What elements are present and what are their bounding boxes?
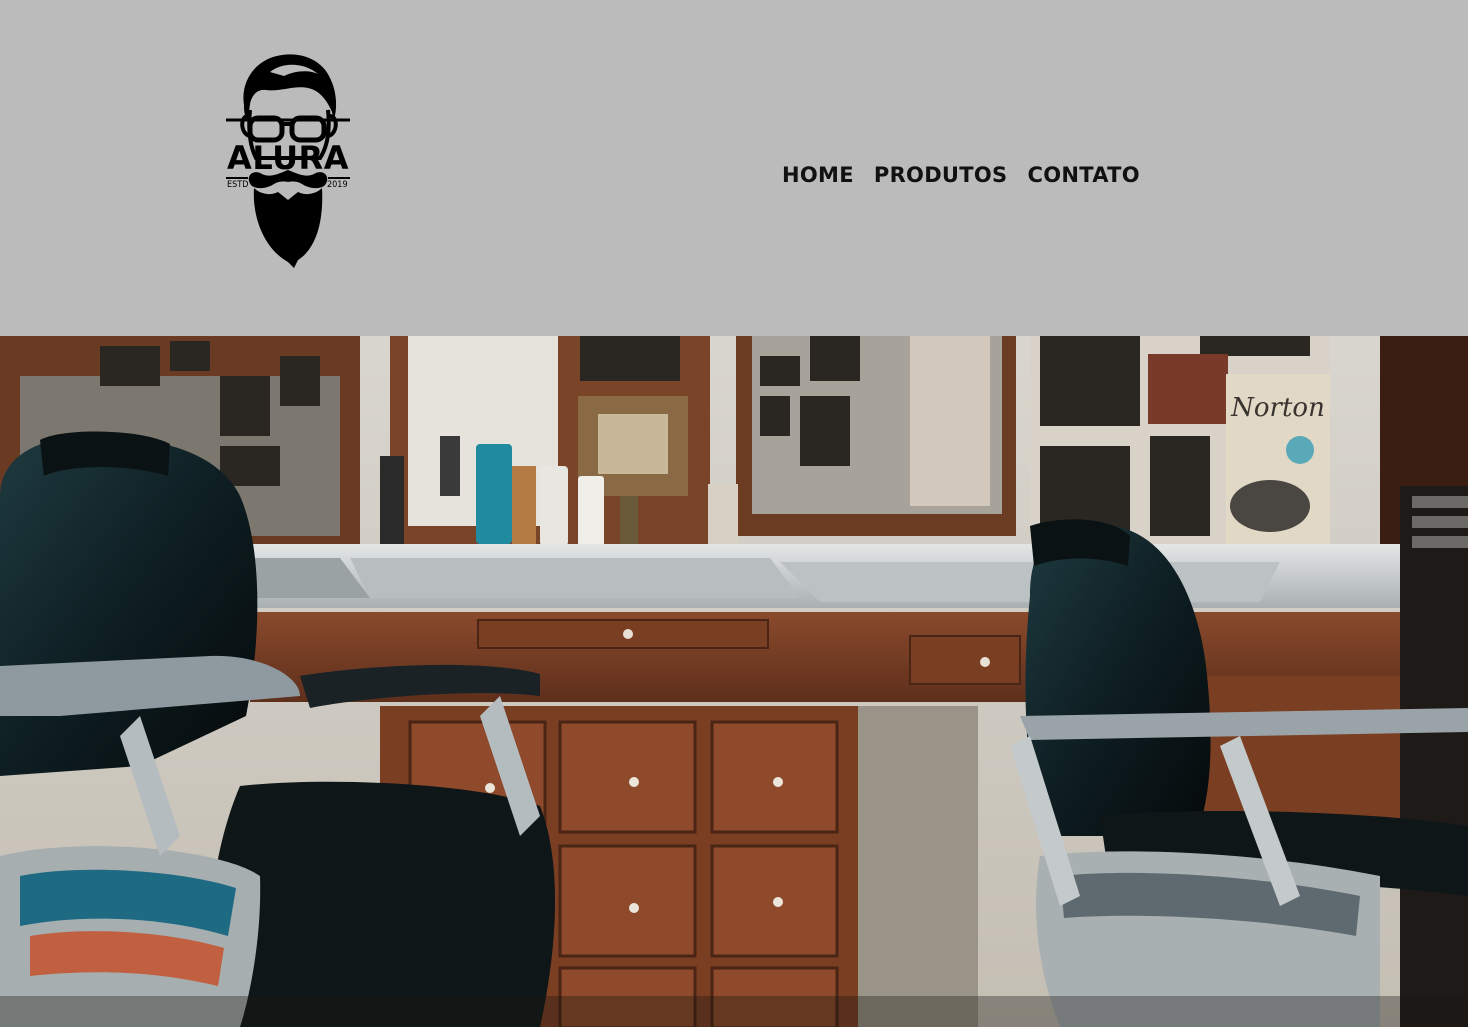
brand-established-label: ESTD xyxy=(227,180,249,190)
norton-poster-text: Norton xyxy=(1230,393,1325,423)
hero-banner: Norton xyxy=(0,336,1468,1027)
main-nav: HOME PRODUTOS CONTATO xyxy=(782,160,1140,190)
nav-link-home[interactable]: HOME xyxy=(782,163,854,187)
nav-link-contato[interactable]: CONTATO xyxy=(1027,163,1139,187)
brand-established-year: 2019 xyxy=(327,180,348,190)
brand-logo[interactable]: ALURA ESTD 2019 xyxy=(222,50,354,272)
barbershop-hero-image: Norton xyxy=(0,336,1468,1027)
brand-wordmark: ALURA xyxy=(227,139,349,177)
site-header: ALURA ESTD 2019 HOME PRODUTOS CONTATO xyxy=(0,0,1468,336)
nav-link-produtos[interactable]: PRODUTOS xyxy=(874,163,1008,187)
